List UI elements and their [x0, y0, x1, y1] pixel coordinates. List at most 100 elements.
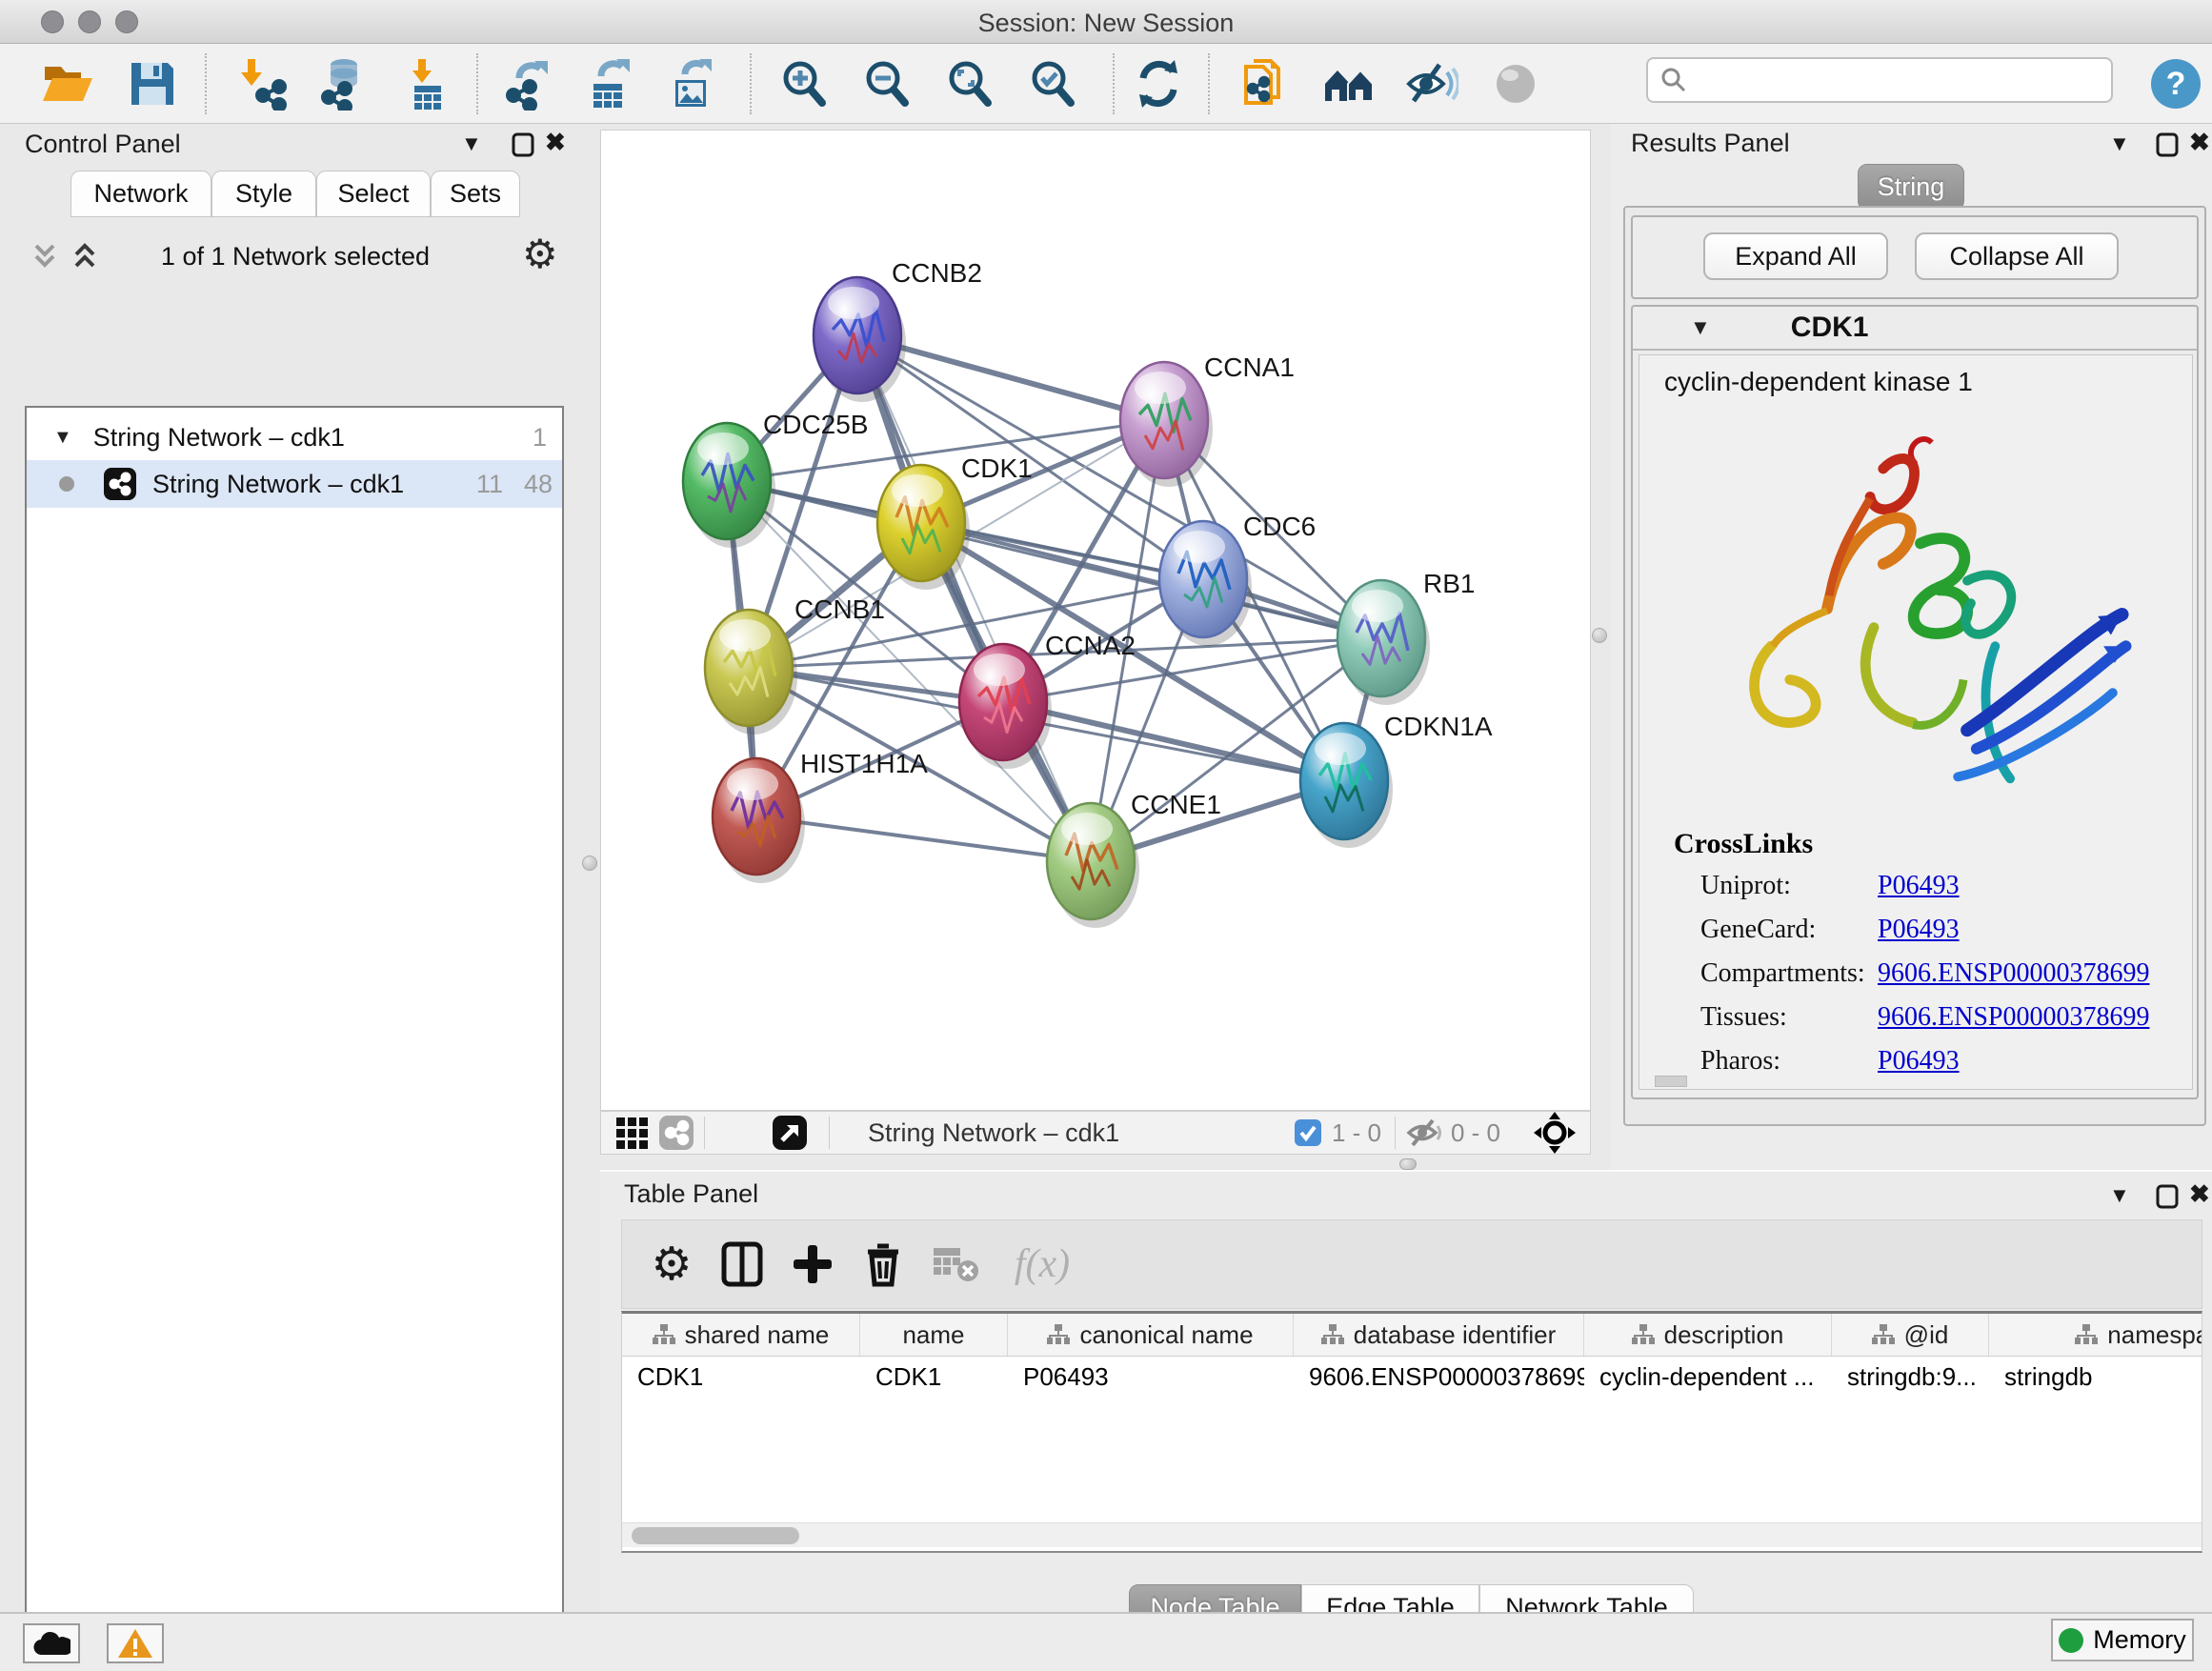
table-cell: CDK1: [622, 1357, 860, 1397]
network-label: String Network – cdk1: [152, 470, 404, 499]
column-header-description[interactable]: description: [1584, 1314, 1832, 1356]
network-row-selected[interactable]: String Network – cdk1 11 48: [27, 460, 562, 508]
refresh-icon[interactable]: [1131, 56, 1186, 111]
collection-expand-icon[interactable]: ▼: [53, 427, 72, 449]
tab-string[interactable]: String: [1858, 164, 1964, 211]
expand-all-button[interactable]: Expand All: [1703, 232, 1888, 280]
memory-button[interactable]: Memory: [2051, 1619, 2194, 1661]
column-header-shared-name[interactable]: shared name: [622, 1314, 860, 1356]
results-panel-menu-icon[interactable]: ▼: [2109, 133, 2130, 154]
export-network-icon[interactable]: [501, 56, 556, 111]
network-options-gear-icon[interactable]: ⚙: [522, 231, 558, 277]
network-node-cdc25b[interactable]: CDC25B: [683, 410, 868, 548]
cloud-status-button[interactable]: [23, 1623, 80, 1663]
warning-status-button[interactable]: [107, 1623, 164, 1663]
control-panel-menu-icon[interactable]: ▼: [461, 133, 482, 154]
zoom-out-icon[interactable]: [859, 56, 915, 111]
node-label: CCNB1: [794, 594, 885, 624]
tab-select[interactable]: Select: [316, 171, 431, 217]
share-file-icon[interactable]: [1237, 56, 1293, 111]
table-hscrollbar[interactable]: [622, 1522, 2202, 1547]
toolbar-separator: [704, 1117, 705, 1149]
add-column-icon[interactable]: [784, 1234, 841, 1295]
crosslinks-scrollbar[interactable]: [1655, 1076, 1687, 1087]
open-session-icon[interactable]: [39, 56, 94, 111]
crosslink-link[interactable]: 9606.ENSP00000378699: [1878, 1002, 2149, 1033]
zoom-in-icon[interactable]: [776, 56, 832, 111]
fit-content-crosshair-icon[interactable]: [1533, 1111, 1577, 1155]
network-node-cdk1[interactable]: CDK1: [877, 453, 1033, 590]
column-header-database-identifier[interactable]: database identifier: [1294, 1314, 1584, 1356]
cloud-icon: [32, 1630, 70, 1657]
expand-all-networks-icon[interactable]: [69, 240, 101, 272]
column-header-name[interactable]: name: [860, 1314, 1008, 1356]
network-node-hist1h1a[interactable]: HIST1H1A: [713, 749, 928, 883]
table-row[interactable]: CDK1CDK1P064939606.ENSP00000378699cyclin…: [622, 1357, 2202, 1397]
import-network-from-database-icon[interactable]: [314, 56, 370, 111]
crosslink-link[interactable]: P06493: [1878, 1046, 1960, 1077]
network-node-ccnb1[interactable]: CCNB1: [705, 594, 885, 735]
search-field[interactable]: [1646, 57, 2113, 103]
tab-style[interactable]: Style: [211, 171, 316, 217]
crosslink-link[interactable]: 9606.ENSP00000378699: [1878, 958, 2149, 989]
results-panel-float-icon[interactable]: [2155, 131, 2180, 158]
zoom-fit-icon[interactable]: [942, 56, 997, 111]
column-header-canonical-name[interactable]: canonical name: [1008, 1314, 1294, 1356]
network-node-ccna1[interactable]: CCNA1: [1120, 352, 1295, 487]
network-tree: ▼ String Network – cdk1 1 String Network…: [25, 406, 564, 1671]
results-panel-close-icon[interactable]: ✖: [2189, 130, 2210, 154]
network-node-cdc6[interactable]: CDC6: [1159, 512, 1316, 646]
column-header-label: description: [1664, 1320, 1784, 1350]
delete-table-icon[interactable]: [927, 1234, 984, 1295]
string-view-badge-icon[interactable]: [658, 1115, 694, 1151]
grid-view-icon[interactable]: [614, 1116, 649, 1150]
bottom-splitter-handle[interactable]: [1399, 1158, 1417, 1170]
column-header--id[interactable]: @id: [1832, 1314, 1989, 1356]
control-panel-close-icon[interactable]: ✖: [545, 130, 566, 154]
table-panel-close-icon[interactable]: ✖: [2189, 1181, 2210, 1206]
birdseye-view-icon[interactable]: [772, 1115, 808, 1151]
table-settings-gear-icon[interactable]: ⚙: [643, 1234, 700, 1295]
string-network-badge-icon: [103, 467, 137, 501]
table-panel-menu-icon[interactable]: ▼: [2109, 1185, 2130, 1206]
search-input[interactable]: [1696, 66, 2111, 95]
control-panel-float-icon[interactable]: [511, 131, 535, 158]
network-node-cdkn1a[interactable]: CDKN1A: [1300, 712, 1493, 848]
tab-network[interactable]: Network: [70, 171, 211, 217]
graphics-details-icon[interactable]: [1488, 56, 1543, 111]
title-bar: Session: New Session: [0, 0, 2212, 44]
help-icon[interactable]: ?: [2148, 56, 2203, 111]
table-hscrollbar-thumb[interactable]: [632, 1527, 799, 1544]
collapse-all-networks-icon[interactable]: [29, 240, 61, 272]
import-table-icon[interactable]: [400, 56, 455, 111]
export-image-icon[interactable]: [665, 56, 720, 111]
toolbar-separator: [1395, 1117, 1396, 1149]
collapse-all-button[interactable]: Collapse All: [1915, 232, 2119, 280]
network-node-rb1[interactable]: RB1: [1337, 569, 1475, 705]
show-columns-icon[interactable]: [714, 1234, 771, 1295]
function-builder-icon[interactable]: f(x): [999, 1234, 1085, 1295]
table-cell: cyclin-dependent ...: [1584, 1357, 1832, 1397]
table-panel-float-icon[interactable]: [2155, 1183, 2180, 1210]
export-table-icon[interactable]: [583, 56, 638, 111]
network-canvas[interactable]: CCNB2CCNA1CDC25BCDK1CDC6RB1CCNB1CCNA2CDK…: [600, 130, 1591, 1111]
hide-details-eye-icon[interactable]: [1404, 56, 1459, 111]
gene-section-header[interactable]: ▼ CDK1: [1633, 307, 2197, 351]
column-header-label: shared name: [685, 1320, 830, 1350]
tab-sets[interactable]: Sets: [431, 171, 520, 217]
crosslink-link[interactable]: P06493: [1878, 915, 1960, 945]
gene-collapse-icon[interactable]: ▼: [1690, 315, 1711, 340]
search-icon: [1659, 66, 1688, 94]
left-splitter-handle[interactable]: [582, 856, 597, 871]
network-node-ccnb2[interactable]: CCNB2: [814, 258, 982, 402]
save-session-icon[interactable]: [125, 56, 180, 111]
right-splitter-handle[interactable]: [1592, 628, 1607, 643]
column-header-namespace[interactable]: namespace: [1989, 1314, 2202, 1356]
delete-column-trash-icon[interactable]: [855, 1234, 912, 1295]
zoom-selected-icon[interactable]: [1025, 56, 1080, 111]
import-network-icon[interactable]: [233, 56, 289, 111]
home-networks-icon[interactable]: [1322, 56, 1377, 111]
crosslink-link[interactable]: P06493: [1878, 871, 1960, 901]
network-collection-row[interactable]: ▼ String Network – cdk1 1: [27, 415, 562, 460]
network-node-ccne1[interactable]: CCNE1: [1047, 790, 1221, 928]
